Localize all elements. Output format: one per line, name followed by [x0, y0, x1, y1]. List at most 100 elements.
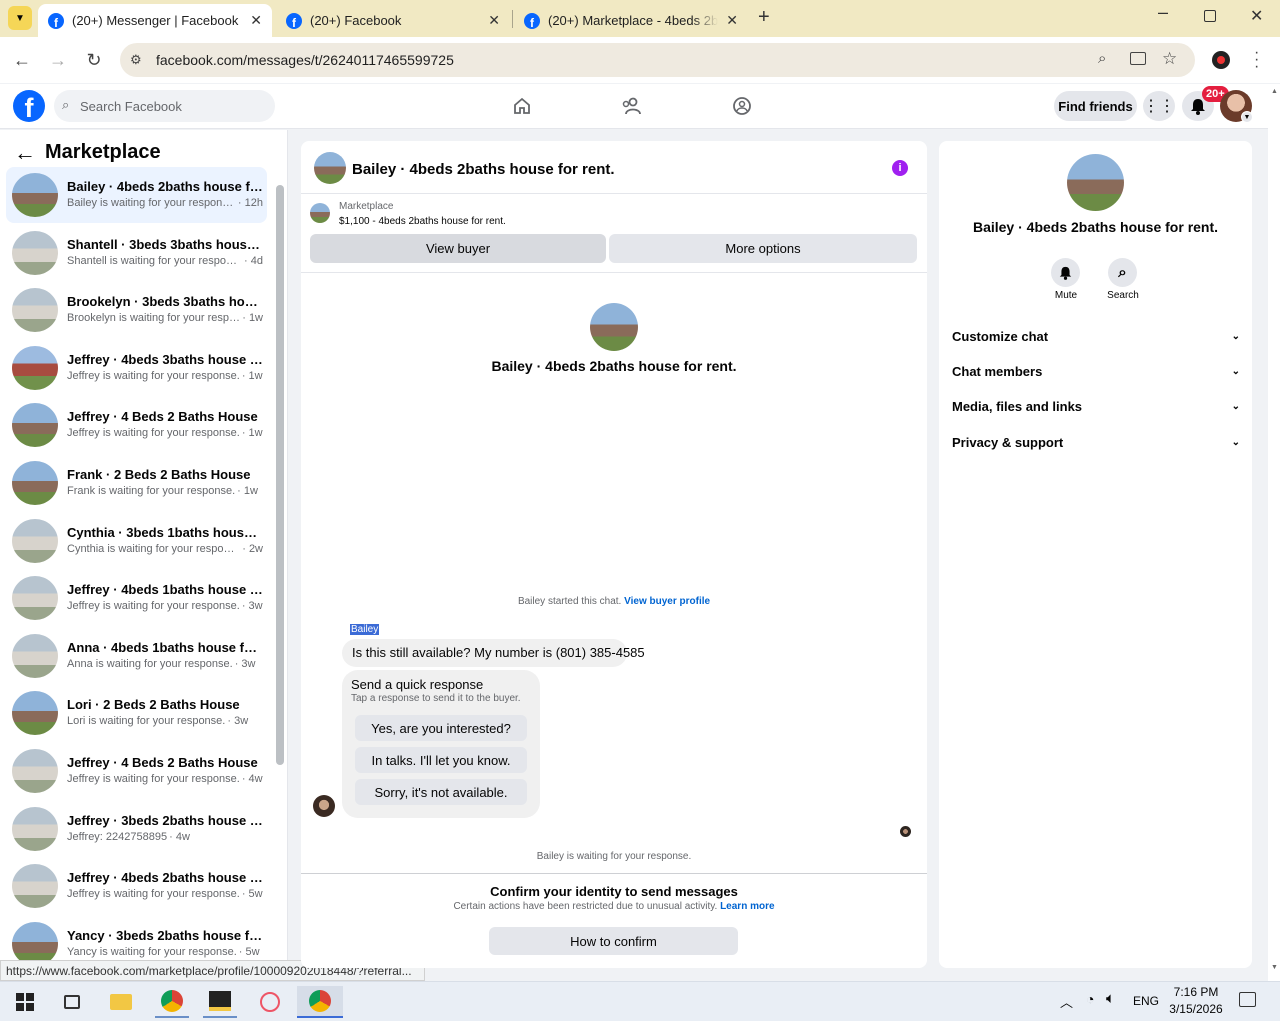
- address-bar[interactable]: ⚙ facebook.com/messages/t/26240117465599…: [120, 43, 1195, 77]
- facebook-logo-icon[interactable]: f: [13, 90, 45, 122]
- details-avatar[interactable]: [1067, 154, 1124, 211]
- close-window-icon[interactable]: ✕: [1250, 6, 1263, 26]
- marketplace-chat-list: ← Marketplace Bailey · 4beds 2baths hous…: [0, 130, 288, 961]
- read-receipt-avatar: [900, 826, 911, 837]
- site-info-icon[interactable]: ⚙: [130, 52, 142, 68]
- new-tab-icon[interactable]: +: [758, 6, 770, 29]
- listing-thumbnail: [12, 461, 58, 505]
- back-icon[interactable]: ←: [11, 50, 33, 70]
- chat-list-item[interactable]: Shantell · 3beds 3baths house for rent. S…: [6, 225, 267, 281]
- restore-window-icon[interactable]: [1204, 10, 1216, 22]
- network-icon[interactable]: ◔: [1086, 991, 1094, 1007]
- section-label: Media, files and links: [952, 398, 1083, 414]
- show-hidden-icons-icon[interactable]: ︿: [1060, 992, 1073, 1011]
- browser-tab-bar: ▼ f (20+) Messenger | Facebook ✕ f (20+)…: [0, 0, 1280, 37]
- sender-avatar[interactable]: [313, 795, 335, 817]
- page-scrollbar[interactable]: ▲ ▼: [1268, 84, 1280, 981]
- started-text: Bailey started this chat.: [517, 596, 622, 607]
- customize-chat-section[interactable]: Customize chat ⌄: [952, 326, 1240, 346]
- listing-thumbnail[interactable]: [310, 203, 330, 223]
- close-tab-icon[interactable]: ✕: [488, 12, 500, 29]
- chrome-active-icon[interactable]: [297, 986, 343, 1018]
- chat-list-item[interactable]: Lori · 2 Beds 2 Baths House Lori is waiti…: [6, 685, 267, 741]
- quick-reply-not-available-button[interactable]: Sorry, it's not available.: [355, 779, 527, 805]
- quick-reply-in-talks-button[interactable]: In talks. I'll let you know.: [355, 747, 527, 773]
- extension-icon[interactable]: [1212, 51, 1230, 69]
- task-view-icon[interactable]: [55, 986, 89, 1018]
- view-buyer-button[interactable]: View buyer: [310, 234, 606, 263]
- tab-search-dropdown-icon[interactable]: ▼: [8, 6, 32, 30]
- language-indicator[interactable]: ENG: [1133, 994, 1159, 1008]
- chat-header-avatar[interactable]: [314, 152, 346, 184]
- install-app-icon[interactable]: [1130, 52, 1146, 65]
- chrome-profile-icon[interactable]: [155, 986, 189, 1018]
- section-label: Customize chat: [952, 328, 1049, 344]
- bookmark-star-icon[interactable]: ☆: [1162, 49, 1177, 69]
- message-bubble[interactable]: Is this still available? My number is (8…: [342, 639, 645, 667]
- groups-nav-icon[interactable]: [732, 96, 752, 116]
- search-facebook-input[interactable]: ⌕ Search Facebook: [54, 90, 275, 122]
- media-files-links-section[interactable]: Media, files and links ⌄: [952, 396, 1240, 416]
- chat-list-item[interactable]: Jeffrey · 4beds 3baths house for rent. Je…: [6, 340, 267, 396]
- tab-marketplace[interactable]: f (20+) Marketplace - 4beds 2bat ✕: [514, 4, 748, 37]
- chat-title[interactable]: Bailey · 4beds 2baths house for rent.: [352, 161, 615, 178]
- chat-list-item[interactable]: Brookelyn · 3beds 3baths house for rent.…: [6, 282, 267, 338]
- forward-icon[interactable]: →: [47, 50, 69, 70]
- listing-thumbnail: [12, 864, 58, 909]
- search-in-chat-icon[interactable]: ⌕: [1108, 258, 1137, 287]
- chat-list-item[interactable]: Yancy · 3beds 2baths house for rent. Yanc…: [6, 916, 267, 961]
- zoom-icon[interactable]: ⌕: [1098, 50, 1106, 67]
- chat-list-item-subtitle: Jeffrey: 2242758895 · 4w: [67, 831, 263, 843]
- chat-list-item[interactable]: Cynthia · 3beds 1baths house for rent. Cy…: [6, 513, 267, 569]
- chat-panel: Bailey · 4beds 2baths house for rent. i …: [301, 141, 927, 968]
- chat-list-item[interactable]: Jeffrey · 4 Beds 2 Baths House Jeffrey is…: [6, 397, 267, 453]
- chat-list-item[interactable]: Bailey · 4beds 2baths house for rent. Bai…: [6, 167, 267, 223]
- listing-price[interactable]: $1,100 - 4beds 2baths house for rent.: [339, 216, 506, 227]
- view-buyer-profile-link[interactable]: View buyer profile: [624, 596, 710, 607]
- reload-icon[interactable]: ↻: [83, 50, 105, 70]
- sticky-app-icon[interactable]: [203, 986, 237, 1018]
- chat-list-item[interactable]: Jeffrey · 4 Beds 2 Baths House Jeffrey is…: [6, 743, 267, 799]
- close-tab-icon[interactable]: ✕: [726, 12, 738, 29]
- file-explorer-icon[interactable]: [104, 986, 138, 1018]
- chat-list-item[interactable]: Frank · 2 Beds 2 Baths House Frank is wai…: [6, 455, 267, 511]
- how-to-confirm-button[interactable]: How to confirm: [489, 927, 738, 955]
- volume-icon[interactable]: 🔈︎: [1106, 990, 1115, 1007]
- clock-time[interactable]: 7:16 PM: [1160, 985, 1232, 999]
- mute-bell-icon[interactable]: [1051, 258, 1080, 287]
- friends-nav-icon[interactable]: [621, 96, 643, 116]
- windows-start-icon[interactable]: [8, 986, 42, 1018]
- home-nav-icon[interactable]: [512, 96, 532, 116]
- account-chevron-icon[interactable]: ▼: [1241, 111, 1253, 123]
- learn-more-link[interactable]: Learn more: [720, 901, 774, 912]
- facebook-header: f ⌕ Search Facebook Find friends ⋮⋮ 20+ …: [0, 84, 1268, 129]
- chat-list-item[interactable]: Anna · 4beds 1baths house for rent. Anna …: [6, 628, 267, 684]
- chat-list-item[interactable]: Jeffrey · 4beds 1baths house for rent. Je…: [6, 570, 267, 626]
- quick-reply-yes-button[interactable]: Yes, are you interested?: [355, 715, 527, 741]
- privacy-support-section[interactable]: Privacy & support ⌄: [952, 432, 1240, 452]
- chat-profile-avatar[interactable]: [590, 303, 638, 351]
- chat-list-item-time: · 5w: [238, 945, 260, 958]
- chat-list-item[interactable]: Jeffrey · 3beds 2baths house for rent. Je…: [6, 801, 267, 857]
- menu-grid-icon[interactable]: ⋮⋮: [1143, 91, 1175, 121]
- chat-list-item[interactable]: Jeffrey · 4beds 2baths house for rent. Je…: [6, 858, 267, 914]
- more-options-button[interactable]: More options: [609, 234, 917, 263]
- notification-center-icon[interactable]: [1239, 992, 1256, 1007]
- tab-facebook[interactable]: f (20+) Facebook ✕: [276, 4, 510, 37]
- chat-list-item-title: Brookelyn · 3beds 3baths house for rent.: [67, 294, 263, 310]
- url-text[interactable]: facebook.com/messages/t/2624011746559972…: [156, 52, 454, 68]
- chat-list-item-preview: Frank is waiting for your response.: [67, 485, 236, 497]
- chat-members-section[interactable]: Chat members ⌄: [952, 361, 1240, 381]
- chat-list-item-title: Jeffrey · 3beds 2baths house for rent.: [67, 812, 263, 828]
- info-icon[interactable]: i: [892, 160, 908, 176]
- find-friends-button[interactable]: Find friends: [1054, 91, 1137, 121]
- facebook-favicon-icon: f: [286, 12, 302, 29]
- snipping-tool-icon[interactable]: [253, 986, 287, 1018]
- minimize-window-icon[interactable]: –: [1158, 2, 1168, 23]
- sidebar-scrollbar[interactable]: [276, 185, 284, 765]
- close-tab-icon[interactable]: ✕: [250, 12, 262, 29]
- back-arrow-icon[interactable]: ←: [14, 140, 36, 166]
- clock-date[interactable]: 3/15/2026: [1160, 1002, 1232, 1016]
- browser-menu-icon[interactable]: · · ·: [1254, 45, 1259, 75]
- tab-messenger[interactable]: f (20+) Messenger | Facebook ✕: [38, 4, 272, 37]
